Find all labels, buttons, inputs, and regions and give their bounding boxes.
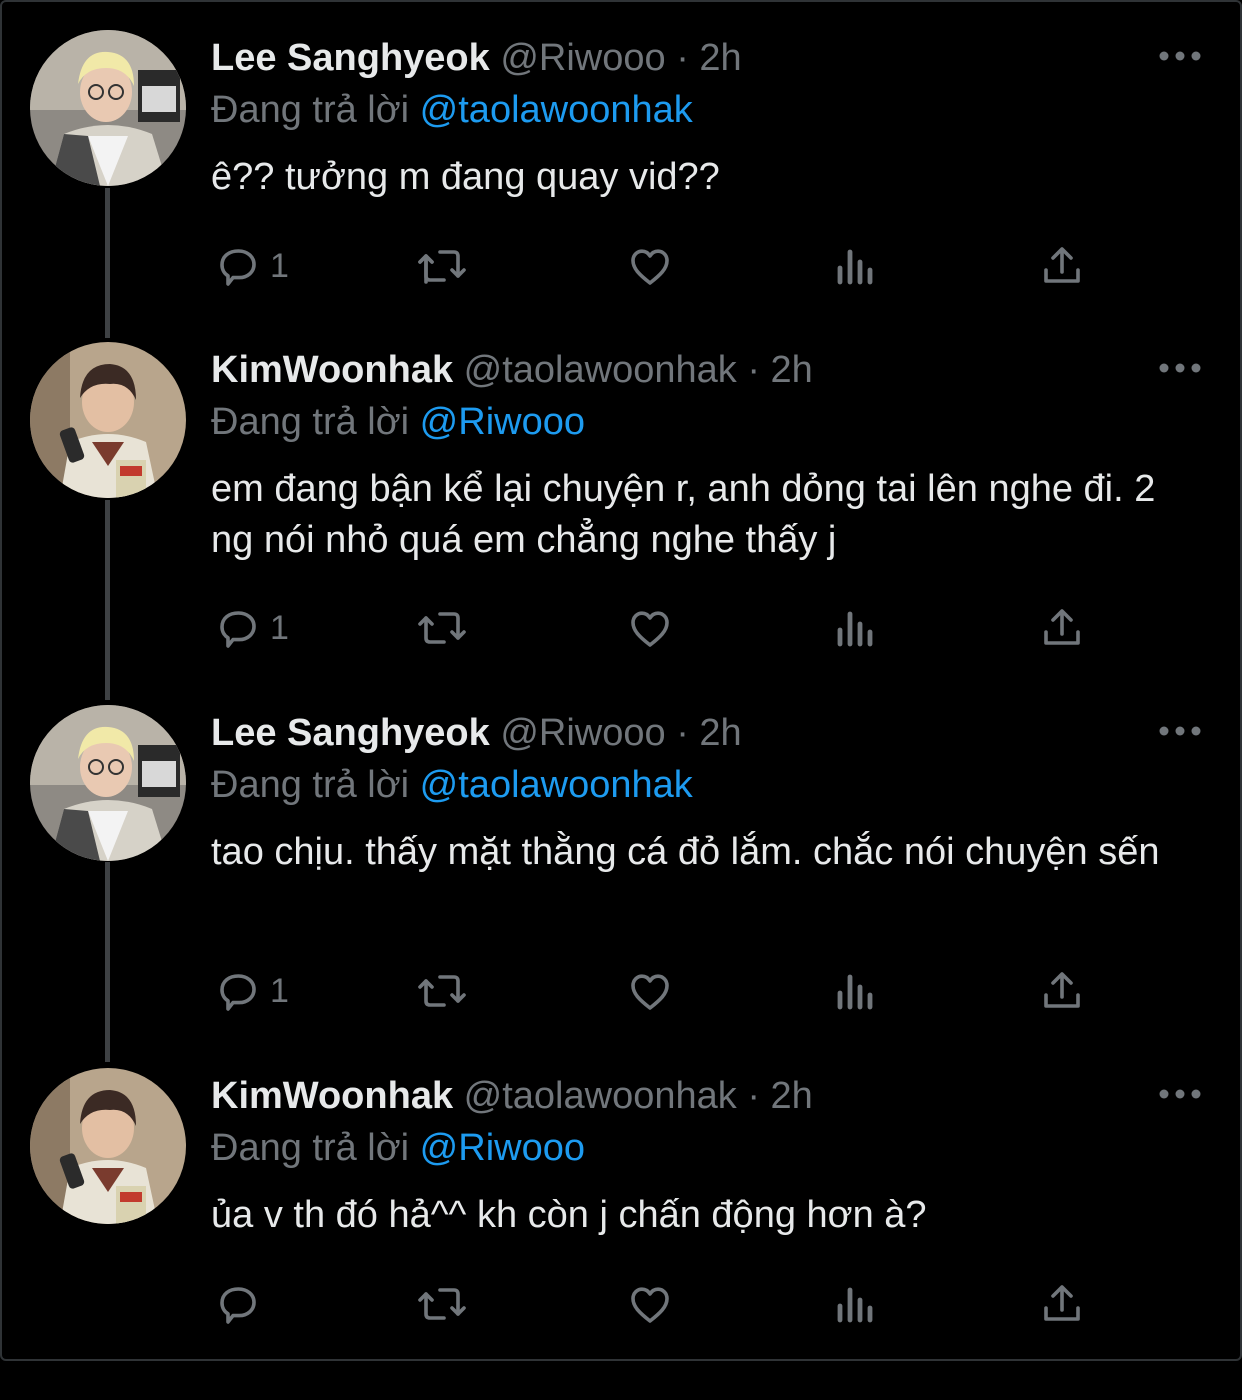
- avatar-lee-sanghyeok[interactable]: [30, 705, 186, 861]
- retweet-icon: [414, 967, 470, 1015]
- reply-count: 1: [270, 608, 289, 647]
- share-button[interactable]: [1038, 961, 1086, 1021]
- like-button[interactable]: [626, 236, 674, 296]
- share-icon: [1038, 1280, 1086, 1328]
- heart-icon: [626, 604, 674, 652]
- tweet-header: KimWoonhak @taolawoonhak · 2h: [211, 346, 813, 394]
- tweet[interactable]: KimWoonhak @taolawoonhak · 2h Đang trả l…: [0, 312, 1242, 674]
- timestamp[interactable]: 2h: [771, 1075, 813, 1117]
- tweet-actions: 1: [0, 236, 1242, 296]
- heart-icon: [626, 967, 674, 1015]
- tweet-text: ê?? tưởng m đang quay vid??: [211, 156, 720, 198]
- user-handle[interactable]: @taolawoonhak: [464, 349, 737, 391]
- replying-to: Đang trả lời @taolawoonhak: [211, 761, 693, 809]
- tweet[interactable]: Lee Sanghyeok @Riwooo · 2h Đang trả lời …: [0, 0, 1242, 362]
- views-button[interactable]: [834, 598, 878, 658]
- timestamp[interactable]: 2h: [699, 37, 741, 79]
- replying-to-handle[interactable]: @taolawoonhak: [420, 89, 693, 131]
- separator-dot: ·: [676, 37, 689, 79]
- display-name[interactable]: Lee Sanghyeok: [211, 37, 490, 79]
- reply-icon: [214, 1280, 262, 1328]
- retweet-icon: [414, 242, 470, 290]
- share-icon: [1038, 604, 1086, 652]
- reply-icon: [214, 604, 262, 652]
- like-button[interactable]: [626, 598, 674, 658]
- separator-dot: ·: [747, 349, 760, 391]
- tweet-text: ủa v th đó hả^^ kh còn j chấn động hơn à…: [211, 1194, 927, 1236]
- retweet-button[interactable]: [414, 236, 470, 296]
- tweet-text: em đang bận kể lại chuyện r, anh dỏng ta…: [211, 468, 1156, 561]
- more-icon[interactable]: [1156, 721, 1204, 741]
- more-icon[interactable]: [1156, 46, 1204, 66]
- user-handle[interactable]: @Riwooo: [500, 712, 665, 754]
- reply-button[interactable]: 1: [214, 961, 289, 1021]
- reply-button[interactable]: 1: [214, 236, 289, 296]
- analytics-icon: [834, 1280, 878, 1328]
- share-icon: [1038, 242, 1086, 290]
- retweet-button[interactable]: [414, 1274, 470, 1334]
- timestamp[interactable]: 2h: [771, 349, 813, 391]
- reply-count: 1: [270, 246, 289, 285]
- replying-to-handle[interactable]: @taolawoonhak: [420, 764, 693, 806]
- tweet-text: tao chịu. thấy mặt thằng cá đỏ lắm. chắc…: [211, 831, 1160, 873]
- retweet-icon: [414, 604, 470, 652]
- heart-icon: [626, 1280, 674, 1328]
- timestamp[interactable]: 2h: [699, 712, 741, 754]
- analytics-icon: [834, 604, 878, 652]
- tweet-actions: 1: [0, 598, 1242, 658]
- display-name[interactable]: KimWoonhak: [211, 349, 453, 391]
- reply-button[interactable]: 1: [214, 598, 289, 658]
- replying-to: Đang trả lời @Riwooo: [211, 1124, 585, 1172]
- separator-dot: ·: [747, 1075, 760, 1117]
- tweet[interactable]: KimWoonhak @taolawoonhak · 2h Đang trả l…: [0, 1038, 1242, 1400]
- avatar-kimwoonhak[interactable]: [30, 1068, 186, 1224]
- views-button[interactable]: [834, 236, 878, 296]
- replying-to: Đang trả lời @taolawoonhak: [211, 86, 693, 134]
- tweet-header: Lee Sanghyeok @Riwooo · 2h: [211, 34, 742, 82]
- display-name[interactable]: KimWoonhak: [211, 1075, 453, 1117]
- user-handle[interactable]: @Riwooo: [500, 37, 665, 79]
- like-button[interactable]: [626, 1274, 674, 1334]
- tweet-header: KimWoonhak @taolawoonhak · 2h: [211, 1072, 813, 1120]
- views-button[interactable]: [834, 1274, 878, 1334]
- reply-icon: [214, 242, 262, 290]
- replying-to-label: Đang trả lời: [211, 401, 410, 443]
- share-button[interactable]: [1038, 598, 1086, 658]
- more-icon[interactable]: [1156, 1084, 1204, 1104]
- tweet-actions: 1: [0, 961, 1242, 1021]
- replying-to-label: Đang trả lời: [211, 89, 410, 131]
- replying-to-handle[interactable]: @Riwooo: [420, 401, 585, 443]
- replying-to-handle[interactable]: @Riwooo: [420, 1127, 585, 1169]
- avatar-lee-sanghyeok[interactable]: [30, 30, 186, 186]
- reply-icon: [214, 967, 262, 1015]
- share-button[interactable]: [1038, 236, 1086, 296]
- retweet-button[interactable]: [414, 598, 470, 658]
- share-icon: [1038, 967, 1086, 1015]
- user-handle[interactable]: @taolawoonhak: [464, 1075, 737, 1117]
- more-icon[interactable]: [1156, 358, 1204, 378]
- separator-dot: ·: [676, 712, 689, 754]
- retweet-button[interactable]: [414, 961, 470, 1021]
- replying-to-label: Đang trả lời: [211, 764, 410, 806]
- reply-count: 1: [270, 971, 289, 1010]
- like-button[interactable]: [626, 961, 674, 1021]
- analytics-icon: [834, 242, 878, 290]
- retweet-icon: [414, 1280, 470, 1328]
- views-button[interactable]: [834, 961, 878, 1021]
- replying-to: Đang trả lời @Riwooo: [211, 398, 585, 446]
- display-name[interactable]: Lee Sanghyeok: [211, 712, 490, 754]
- avatar-kimwoonhak[interactable]: [30, 342, 186, 498]
- replying-to-label: Đang trả lời: [211, 1127, 410, 1169]
- tweet-actions: [0, 1274, 1242, 1334]
- share-button[interactable]: [1038, 1274, 1086, 1334]
- reply-button[interactable]: [214, 1274, 270, 1334]
- tweet[interactable]: Lee Sanghyeok @Riwooo · 2h Đang trả lời …: [0, 675, 1242, 1037]
- analytics-icon: [834, 967, 878, 1015]
- heart-icon: [626, 242, 674, 290]
- tweet-header: Lee Sanghyeok @Riwooo · 2h: [211, 709, 742, 757]
